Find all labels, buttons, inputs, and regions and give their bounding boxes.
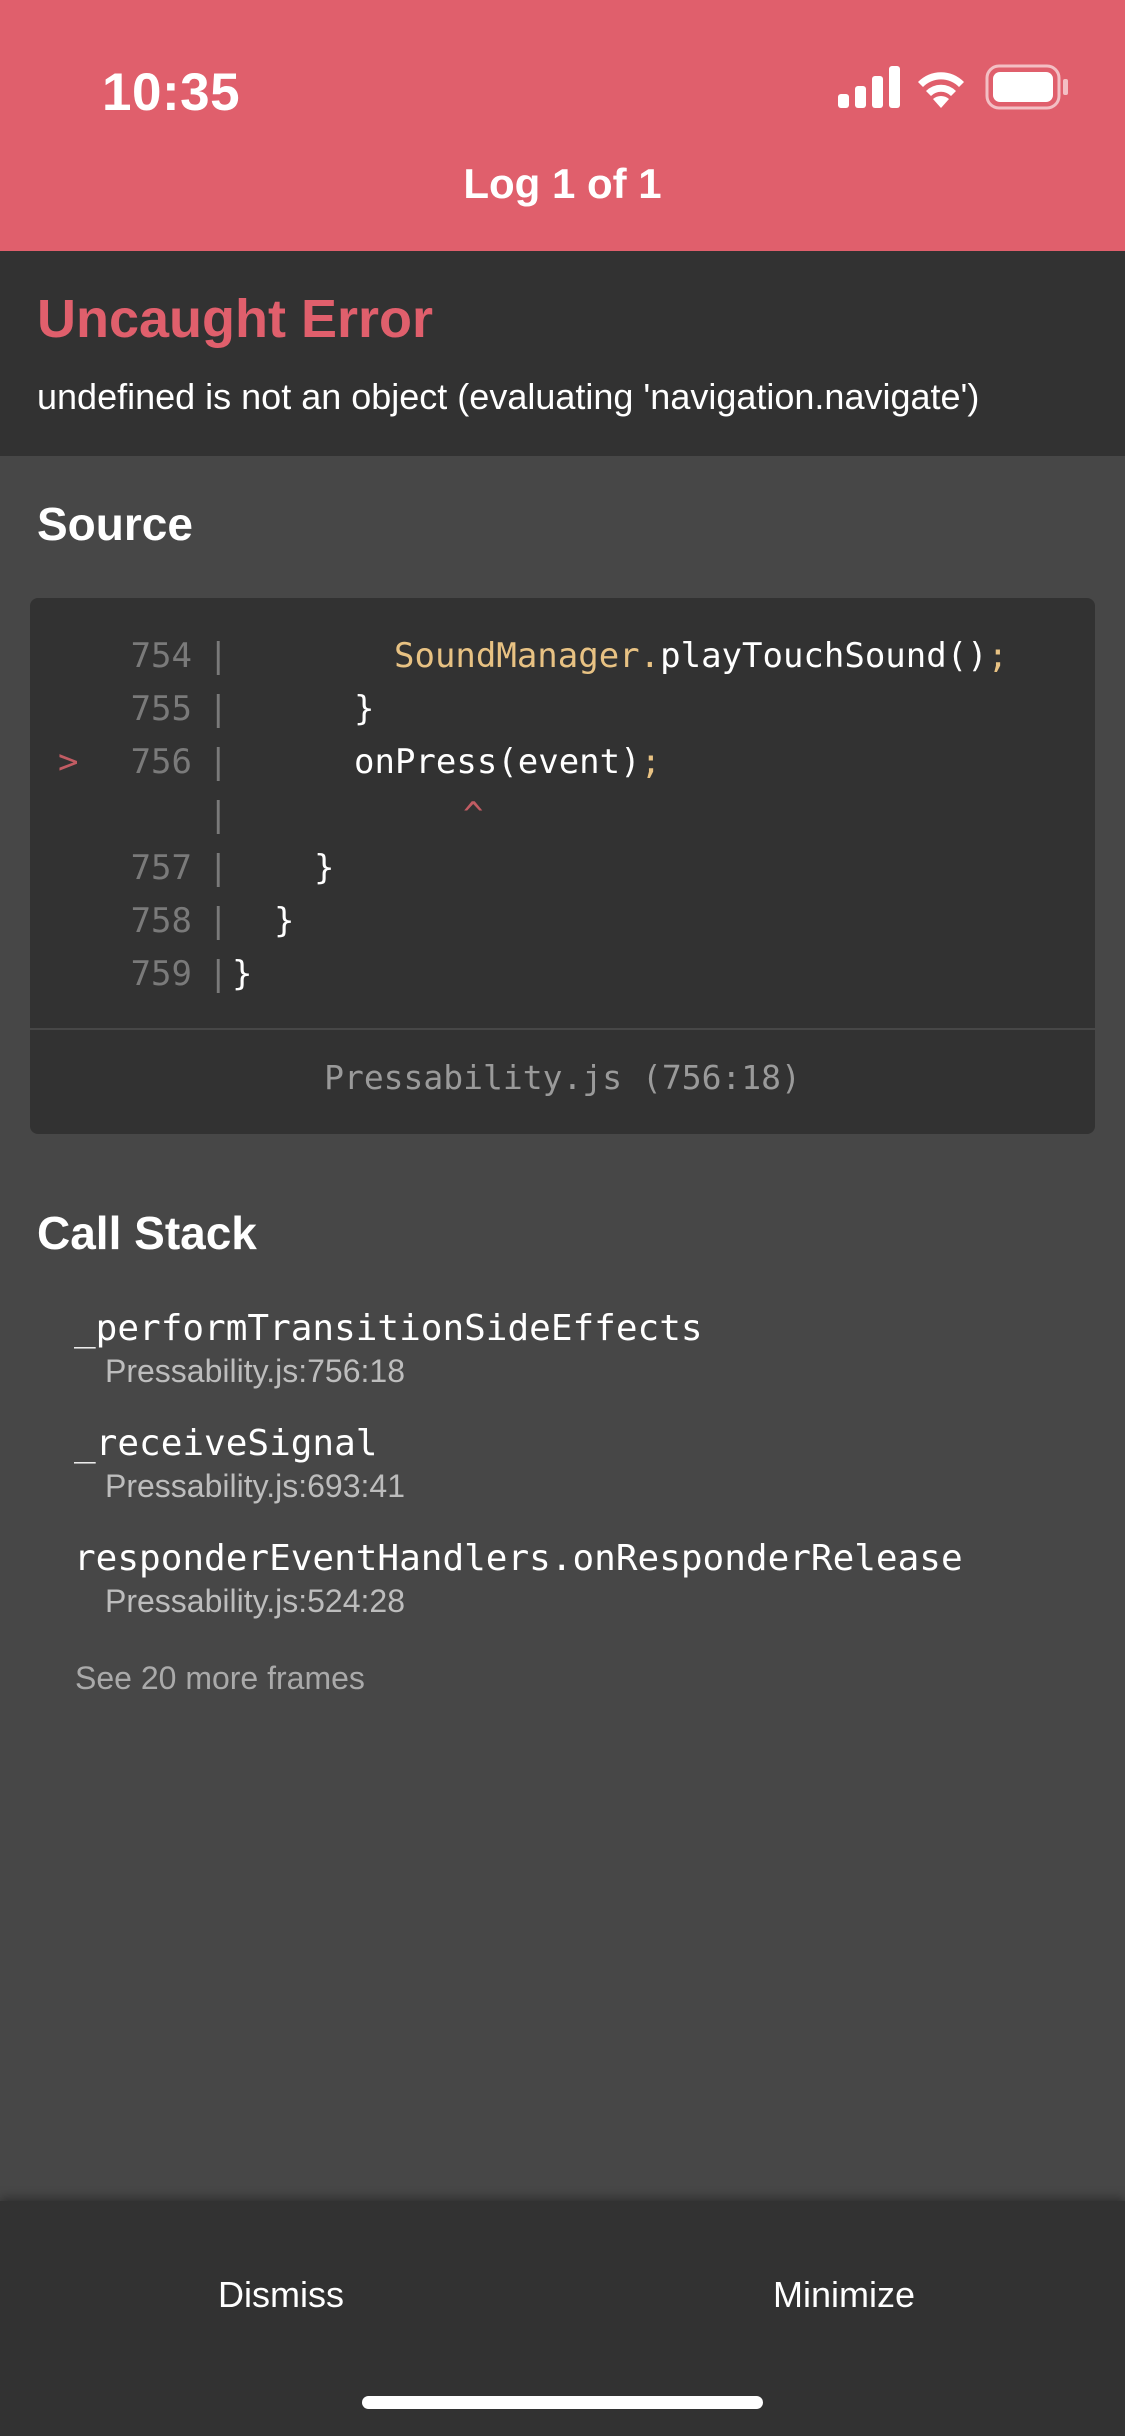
line-number: 758	[130, 901, 192, 941]
code-line: 757 |}	[30, 842, 1095, 895]
gutter-separator: |	[208, 689, 229, 729]
line-number: 759	[130, 954, 192, 994]
code-line: 759 |}	[30, 948, 1095, 1001]
code-token: }	[232, 954, 253, 994]
stack-frame-name: responderEventHandlers.onResponderReleas…	[74, 1538, 963, 1579]
code-token: SoundManager	[394, 636, 640, 676]
cellular-signal-icon	[838, 66, 900, 108]
code-token: ;	[640, 742, 662, 782]
log-counter-title: Log 1 of 1	[463, 160, 662, 207]
line-number: 757	[130, 848, 192, 888]
line-number: 755	[130, 689, 192, 729]
wifi-icon	[918, 72, 964, 108]
stack-frame[interactable]: responderEventHandlers.onResponderReleas…	[74, 1538, 963, 1620]
call-stack-section-title: Call Stack	[37, 1207, 257, 1259]
stack-frame[interactable]: _receiveSignal Pressability.js:693:41	[74, 1423, 405, 1505]
error-message: undefined is not an object (evaluating '…	[37, 376, 980, 417]
error-title: Uncaught Error	[37, 289, 434, 349]
code-token: }	[314, 848, 335, 888]
line-number: 756	[130, 742, 192, 782]
code-line: | ^	[30, 789, 1095, 842]
code-lines: 754 | SoundManager.playTouchSound(); 755 |} >…	[30, 630, 1095, 1001]
code-token: .	[639, 636, 661, 676]
code-token: }	[354, 689, 375, 729]
see-more-frames-link[interactable]: See 20 more frames	[75, 1660, 365, 1697]
code-text: onPress(event);	[354, 736, 661, 789]
code-text: }	[314, 842, 334, 895]
minimize-button[interactable]: Minimize	[563, 2250, 1125, 2340]
code-token: }	[274, 901, 295, 941]
code-text: }	[274, 895, 294, 948]
stack-frame-name: _performTransitionSideEffects	[74, 1308, 703, 1349]
code-line: 754 | SoundManager.playTouchSound();	[30, 630, 1095, 683]
source-file-location: Pressability.js (756:18)	[324, 1058, 801, 1097]
gutter-separator: |	[208, 954, 229, 994]
code-text: }	[232, 948, 252, 1001]
gutter-separator: |	[208, 848, 229, 888]
code-token: onPress(event)	[354, 742, 641, 782]
code-line: 755 |}	[30, 683, 1095, 736]
status-time: 10:35	[102, 63, 241, 122]
code-line: 758 |}	[30, 895, 1095, 948]
source-section-title: Source	[37, 498, 193, 550]
stack-frame-name: _receiveSignal	[74, 1423, 378, 1464]
code-text: ^	[463, 789, 483, 842]
dismiss-button[interactable]: Dismiss	[0, 2250, 562, 2340]
gutter-separator: |	[208, 636, 229, 676]
log-header	[0, 0, 1125, 251]
code-token: ;	[987, 636, 1009, 676]
code-divider	[30, 1028, 1095, 1030]
code-line: >756 | onPress(event);	[30, 736, 1095, 789]
code-token: playTouchSound()	[660, 636, 988, 676]
stack-frame-location: Pressability.js:693:41	[105, 1468, 405, 1504]
gutter-separator: |	[208, 795, 229, 835]
code-text: }	[354, 683, 374, 736]
code-token: ^	[463, 795, 484, 835]
stack-frame[interactable]: _performTransitionSideEffects Pressabili…	[74, 1308, 703, 1390]
stack-frame-location: Pressability.js:524:28	[105, 1583, 405, 1619]
gutter-separator: |	[208, 901, 229, 941]
gutter-separator: |	[208, 742, 229, 782]
source-code-frame[interactable]: 754 | SoundManager.playTouchSound(); 755 |} >…	[30, 598, 1095, 1134]
line-number: 754	[130, 636, 192, 676]
battery-icon	[985, 64, 1068, 110]
error-panel	[0, 251, 1125, 456]
current-line-marker: >	[58, 742, 79, 782]
code-text: SoundManager.playTouchSound();	[394, 630, 1008, 683]
home-indicator	[362, 2396, 763, 2409]
stack-frame-location: Pressability.js:756:18	[105, 1353, 405, 1389]
